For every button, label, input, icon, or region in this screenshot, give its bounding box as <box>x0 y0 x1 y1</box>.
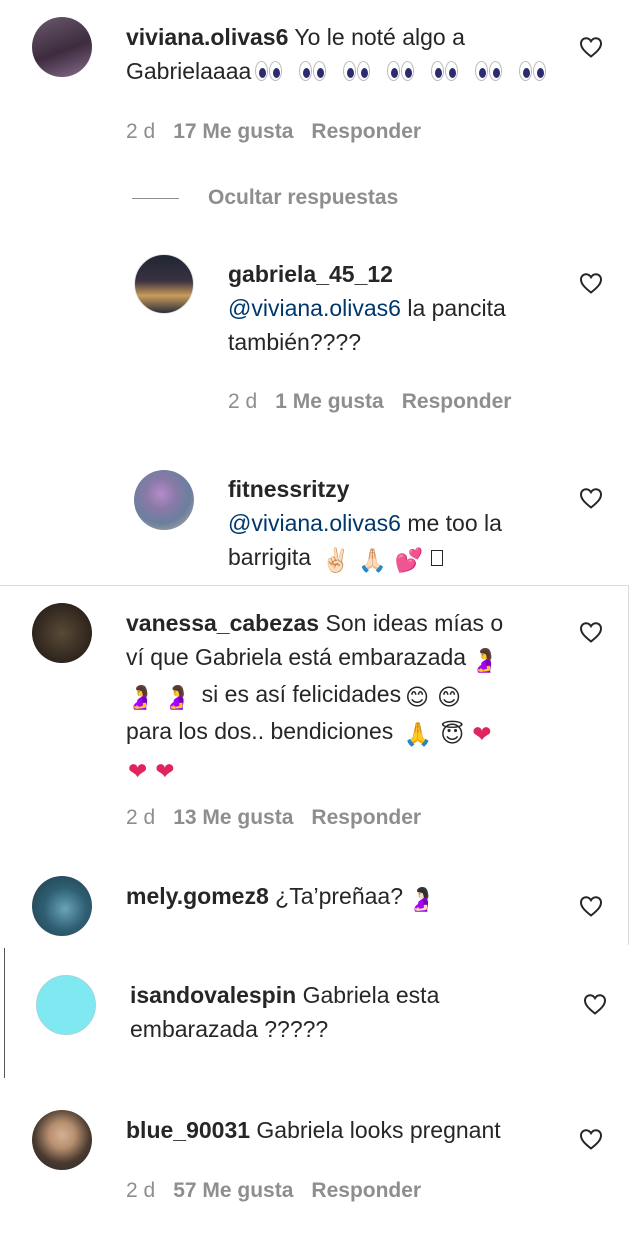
panel-border <box>0 585 629 586</box>
username[interactable]: gabriela_45_12 <box>228 261 393 287</box>
comment-text: Gabriela looks pregnant <box>256 1117 501 1143</box>
avatar[interactable] <box>32 17 92 77</box>
comment-text-2: Gabrielaaaa <box>126 58 252 84</box>
comment-body: mely.gomez8 ¿Ta’preñaa? 🤰🏻 <box>126 879 576 916</box>
missing-glyph-icon <box>431 550 444 566</box>
red-heart-emoji-icon: ❤ <box>128 758 148 784</box>
comment-text: ¿Ta’preñaa? <box>275 883 403 909</box>
eyes-emoji-icon <box>431 61 459 81</box>
avatar[interactable] <box>32 603 92 663</box>
mention-link[interactable]: @viviana.olivas6 <box>228 510 401 536</box>
eyes-emoji-icon <box>343 61 371 81</box>
username[interactable]: mely.gomez8 <box>126 883 269 909</box>
heart-outline-icon[interactable] <box>579 1128 603 1150</box>
reply-button[interactable]: Responder <box>402 390 512 413</box>
likes-count[interactable]: 1 Me gusta <box>275 390 384 413</box>
eyes-emoji-icon <box>299 61 327 81</box>
angel-face-emoji-icon: 😇 <box>440 721 465 747</box>
avatar[interactable] <box>32 1110 92 1170</box>
username[interactable]: vanessa_cabezas <box>126 610 319 636</box>
comment-body: viviana.olivas6 Yo le noté algo a Gabrie… <box>126 20 566 88</box>
two-hearts-emoji-icon: 💕 <box>394 547 424 573</box>
pregnant-woman-emoji-icon: 🤰 <box>126 684 155 710</box>
red-heart-emoji-icon: ❤ <box>155 758 175 784</box>
comment-body: isandovalespin Gabriela esta embarazada … <box>130 978 570 1046</box>
pregnant-woman-emoji-icon: 🤰 <box>470 647 499 673</box>
username[interactable]: blue_90031 <box>126 1117 250 1143</box>
likes-count[interactable]: 13 Me gusta <box>173 806 293 829</box>
timestamp[interactable]: 2 d <box>126 120 155 143</box>
comment-body: blue_90031 Gabriela looks pregnant <box>126 1113 576 1147</box>
comment-body: fitnessritzy @viviana.olivas6 me too la … <box>228 472 568 577</box>
username[interactable]: viviana.olivas6 <box>126 24 288 50</box>
smiling-face-emoji-icon: 😊 <box>437 684 462 710</box>
comment-body: vanessa_cabezas Son ideas mías o ví que … <box>126 606 576 788</box>
username[interactable]: fitnessritzy <box>228 476 349 502</box>
avatar[interactable] <box>134 254 194 314</box>
comment-text-4: para los dos.. bendiciones <box>126 718 394 744</box>
comment-text: Gabriela esta <box>302 982 440 1008</box>
comment-meta: 2 d 57 Me gusta Responder <box>126 1179 421 1203</box>
likes-count[interactable]: 17 Me gusta <box>173 120 293 143</box>
comment-text-2: también???? <box>228 329 361 355</box>
heart-outline-icon[interactable] <box>583 993 607 1015</box>
comment-text: Son ideas mías o <box>325 610 504 636</box>
timestamp[interactable]: 2 d <box>126 806 155 829</box>
folded-hands-emoji-icon: 🙏 <box>403 721 433 747</box>
reply-button[interactable]: Responder <box>311 806 421 829</box>
comment-meta: 2 d 1 Me gusta Responder <box>228 390 511 414</box>
avatar[interactable] <box>36 975 96 1035</box>
username[interactable]: isandovalespin <box>130 982 296 1008</box>
panel-border <box>4 948 5 1078</box>
eyes-emoji-icon <box>475 61 503 81</box>
avatar[interactable] <box>134 470 194 530</box>
comment-body: gabriela_45_12 @viviana.olivas6 la panci… <box>228 257 568 359</box>
heart-outline-icon[interactable] <box>579 895 603 917</box>
eyes-emoji-icon <box>255 61 283 81</box>
reply-button[interactable]: Responder <box>311 1179 421 1202</box>
replies-divider <box>132 198 179 199</box>
mention-link[interactable]: @viviana.olivas6 <box>228 295 401 321</box>
pregnant-woman-emoji-icon: 🤰🏻 <box>407 886 436 912</box>
comment-text: Yo le noté algo a <box>294 24 465 50</box>
comment-text: la pancita <box>407 295 506 321</box>
comment-text-2: barrigita <box>228 544 312 570</box>
folded-hands-emoji-icon: 🙏🏻 <box>358 547 387 573</box>
red-heart-emoji-icon: ❤ <box>472 721 492 747</box>
reply-button[interactable]: Responder <box>311 120 421 143</box>
timestamp[interactable]: 2 d <box>228 390 257 413</box>
eyes-emoji-icon <box>387 61 415 81</box>
timestamp[interactable]: 2 d <box>126 1179 155 1202</box>
likes-count[interactable]: 57 Me gusta <box>173 1179 293 1202</box>
comment-meta: 2 d 13 Me gusta Responder <box>126 806 421 830</box>
comment-text-3: si es así felicidades <box>201 681 402 707</box>
comment-text: me too la <box>407 510 502 536</box>
comment-meta: 2 d 17 Me gusta Responder <box>126 120 421 144</box>
heart-outline-icon[interactable] <box>579 36 603 58</box>
panel-border <box>628 585 629 945</box>
eyes-emoji-icon <box>519 61 547 81</box>
avatar[interactable] <box>32 876 92 936</box>
comment-text-2: ví que Gabriela está embarazada <box>126 644 467 670</box>
hide-replies-button[interactable]: Ocultar respuestas <box>208 186 398 210</box>
comment-text-2: embarazada ????? <box>130 1016 329 1042</box>
pregnant-woman-emoji-icon: 🤰 <box>162 684 192 710</box>
heart-outline-icon[interactable] <box>579 272 603 294</box>
heart-outline-icon[interactable] <box>579 621 603 643</box>
smiling-face-emoji-icon: 😊 <box>405 684 430 710</box>
heart-outline-icon[interactable] <box>579 487 603 509</box>
victory-hand-emoji-icon: ✌🏻 <box>321 547 351 573</box>
